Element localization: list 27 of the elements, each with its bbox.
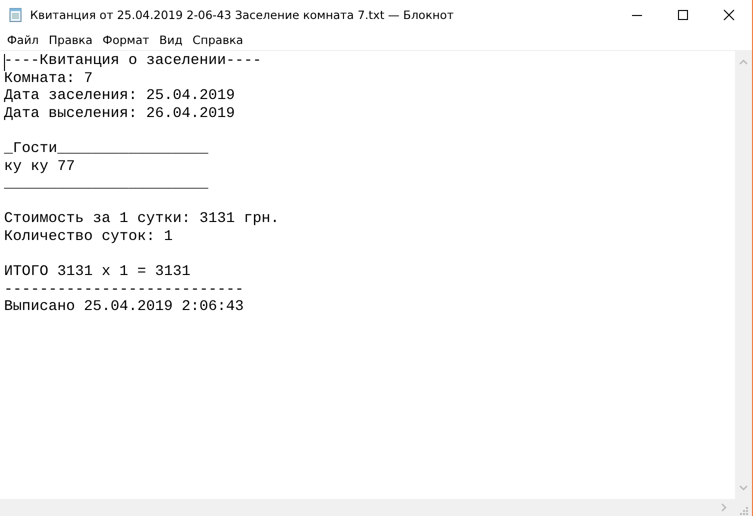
maximize-icon	[677, 9, 689, 21]
text-line: ИТОГО 3131 x 1 = 3131	[4, 264, 190, 282]
scroll-up-icon[interactable]	[739, 59, 748, 65]
text-line: Количество суток: 1	[4, 228, 173, 247]
menu-item[interactable]: Справка	[188, 33, 248, 47]
text-line: ---------------------------	[4, 282, 244, 300]
text-line: _______________________	[4, 176, 208, 194]
menu-item[interactable]: Файл	[2, 33, 44, 47]
text-line: Дата выселения: 26.04.2019	[4, 106, 235, 124]
window-title: Квитанция от 25.04.2019 2-06-43 Заселение комната 7.txt — Блокнот	[30, 8, 454, 22]
scroll-right-icon[interactable]	[721, 503, 727, 512]
horizontal-scrollbar[interactable]	[0, 499, 752, 516]
text-line: Дата заселения: 25.04.2019	[4, 88, 235, 106]
resize-grip-icon[interactable]	[739, 506, 749, 516]
text-line: Стоимость за 1 сутки: 3131 грн.	[4, 211, 280, 229]
menu-item[interactable]: Вид	[154, 33, 188, 47]
text-line: _Гости_________________	[4, 140, 208, 159]
menu-item[interactable]: Правка	[44, 33, 98, 47]
text-line: Комната: 7	[4, 70, 93, 88]
menu-item[interactable]: Формат	[98, 33, 154, 47]
text-line: ----Квитанция о заселении----	[4, 53, 262, 71]
scroll-down-icon[interactable]	[739, 485, 748, 491]
notepad-icon	[8, 7, 24, 23]
close-icon	[723, 9, 735, 21]
vertical-scrollbar[interactable]	[735, 51, 752, 499]
text-line: ку ку 77	[4, 158, 76, 176]
text-line: Выписано 25.04.2019 2:06:43	[4, 299, 244, 317]
